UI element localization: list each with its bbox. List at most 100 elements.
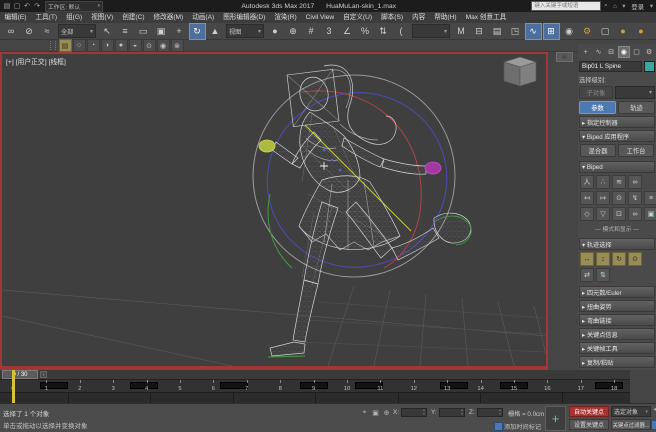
biped-mode-icon-2-4[interactable]: ▣ (644, 207, 656, 221)
keyframe-marker-2[interactable] (220, 382, 248, 389)
track-selection-icon-1[interactable]: ↕ (596, 252, 610, 266)
title-right-icon-2[interactable]: ▾ (619, 2, 628, 10)
keyboard-shortcut-override-icon[interactable]: # (303, 23, 320, 40)
rendered-frame-window-icon[interactable]: ▢ (597, 23, 614, 40)
biped-mode-icon-1-3[interactable]: ↯ (628, 191, 642, 205)
biped-mode-icon-2-3[interactable]: ∞ (628, 207, 642, 221)
biped-mode-icon-1-0[interactable]: ↤ (580, 191, 594, 205)
unlink-selection-icon[interactable]: ⊘ (21, 23, 38, 40)
menu-item-4[interactable]: 创建(C) (118, 12, 149, 23)
window-menu-icon[interactable]: ▾ (647, 2, 656, 10)
track-selection-extra-icon-1[interactable]: ⇅ (596, 268, 610, 282)
menu-item-13[interactable]: 帮助(H) (430, 12, 461, 23)
rollout-header-4[interactable]: ▸ 四元数/Euler (579, 286, 655, 298)
tab-modify[interactable]: ∿ (593, 46, 605, 58)
select-and-rotate-icon[interactable]: ↻ (189, 23, 206, 40)
x-coord-field[interactable]: ▴▾ (401, 408, 427, 417)
biped-mode-icon-2-0[interactable]: ◇ (580, 207, 594, 221)
rollout-header-6[interactable]: ▸ 弯曲链接 (579, 314, 655, 326)
biped-mode-icon-1-2[interactable]: ⊙ (612, 191, 626, 205)
tab-motion[interactable]: ◉ (618, 46, 630, 58)
layer-manager-icon[interactable]: ▤ (489, 23, 506, 40)
menu-item-8[interactable]: 渲染(R) (270, 12, 301, 23)
rollout-header-5[interactable]: ▸ 扭曲姿势 (579, 300, 655, 312)
track-selection-icon-3[interactable]: ⊙ (628, 252, 642, 266)
use-pivot-point-center-icon[interactable]: ● (267, 23, 284, 40)
align-icon[interactable]: ⊟ (471, 23, 488, 40)
material-editor-icon[interactable]: ◉ (561, 23, 578, 40)
snaps-toggle-icon[interactable]: 3 (321, 23, 338, 40)
biped-mode-icon-2-1[interactable]: ▽ (596, 207, 610, 221)
workbench-button[interactable]: 工作台 (618, 144, 654, 157)
key-filters-button[interactable]: 关键点过滤器... (611, 419, 651, 430)
menu-item-0[interactable]: 编辑(E) (0, 12, 31, 23)
render-setup-icon[interactable]: ⚙ (579, 23, 596, 40)
set-key-button[interactable]: 设置关键点 (569, 419, 609, 430)
viewport-nav-icon[interactable] (651, 420, 656, 430)
biped-mode-icon-1-1[interactable]: ↦ (596, 191, 610, 205)
tool-6-icon[interactable]: ⊙ (143, 39, 156, 52)
menu-item-10[interactable]: 自定义(U) (339, 12, 377, 23)
selection-filter-dropdown[interactable]: 全部▾ (58, 24, 96, 38)
biped-mode-icon-1-4[interactable]: ≡ (644, 191, 656, 205)
sign-in-button[interactable]: 登录 (631, 2, 644, 11)
menu-item-12[interactable]: 内容 (408, 12, 430, 23)
viewport-layout-icon[interactable]: ⊞ (651, 23, 656, 40)
y-coord-field[interactable]: ▴▾ (439, 408, 465, 417)
spinner-snap-icon[interactable]: ⇅ (375, 23, 392, 40)
select-object-icon[interactable]: ↖ (99, 23, 116, 40)
rollout-header-0[interactable]: ▸ 指定控制器 (579, 116, 655, 128)
biped-mode-icon-0-3[interactable]: ∞ (628, 175, 642, 189)
curve-editor-icon[interactable]: ∿ (525, 23, 542, 40)
menu-item-7[interactable]: 图形编辑器(D) (219, 12, 270, 23)
rollout-header-7[interactable]: ▸ 关键点信息 (579, 328, 655, 340)
tab-utilities[interactable]: ⚙ (643, 46, 655, 58)
tool-1-icon[interactable]: ○ (73, 39, 86, 52)
keyframe-marker-7[interactable] (595, 382, 623, 389)
time-slider-step-button[interactable]: ‹ (40, 371, 47, 378)
window-crossing-icon[interactable]: ▣ (153, 23, 170, 40)
auto-key-button[interactable]: 自动关键点 (569, 406, 609, 417)
biped-mode-icon-0-0[interactable]: 人 (580, 175, 594, 189)
time-slider-handle[interactable]: 0 / 30 (2, 370, 38, 379)
select-and-scale-icon[interactable]: ▲ (207, 23, 224, 40)
status-toggle-icon-1[interactable]: ▣ (371, 408, 380, 417)
title-right-icon-1[interactable]: ⌂ (610, 3, 619, 10)
quick-access-icon-0[interactable]: ▤ (2, 1, 12, 11)
rollout-header-3[interactable]: ▾ 轨迹选择 (579, 238, 655, 250)
add-time-tag[interactable]: 添加时间标记 (504, 422, 541, 431)
sub-object-button[interactable]: 子对象 (579, 86, 613, 99)
rollout-header-2[interactable]: ▾ Biped (579, 161, 655, 173)
menu-item-1[interactable]: 工具(T) (31, 12, 62, 23)
track-selection-icon-2[interactable]: ↻ (612, 252, 626, 266)
tool-8-icon[interactable]: ⊗ (171, 39, 184, 52)
select-and-link-icon[interactable]: ∞ (3, 23, 20, 40)
toolbar-grip[interactable] (50, 41, 56, 50)
quick-access-icon-2[interactable]: ↶ (22, 1, 32, 11)
biped-mode-icon-0-2[interactable]: ≋ (612, 175, 626, 189)
tab-display[interactable]: ▢ (631, 46, 643, 58)
select-by-name-icon[interactable]: ≡ (117, 23, 134, 40)
quick-access-icon-3[interactable]: ↷ (32, 1, 42, 11)
z-coord-field[interactable]: ▴▾ (477, 408, 503, 417)
workspace-dropdown[interactable]: 工作区: 默认 ▾ (45, 1, 103, 12)
render-production-icon[interactable]: ● (615, 23, 632, 40)
edit-named-selection-sets-icon[interactable]: ( (393, 23, 410, 40)
set-keys-button[interactable]: + (545, 406, 566, 431)
layer-tool-icon[interactable]: ▤ (59, 39, 72, 52)
schematic-view-icon[interactable]: ⊞ (543, 23, 560, 40)
biped-mode-icon-2-2[interactable]: ⊡ (612, 207, 626, 221)
parameters-button[interactable]: 参数 (579, 101, 616, 114)
object-color-swatch[interactable] (644, 61, 655, 72)
track-selection-extra-icon-0[interactable]: ⇄ (580, 268, 594, 282)
search-input[interactable] (531, 1, 601, 11)
rectangular-selection-region-icon[interactable]: ▭ (135, 23, 152, 40)
biped-mode-icon-0-1[interactable]: ∴ (596, 175, 610, 189)
select-and-move-icon[interactable]: + (171, 23, 188, 40)
tab-hierarchy[interactable]: ⊟ (605, 46, 617, 58)
render-iterative-icon[interactable]: ● (633, 23, 650, 40)
mirror-icon[interactable]: M (453, 23, 470, 40)
tool-2-icon[interactable]: ◔ (87, 39, 100, 52)
menu-item-5[interactable]: 修改器(M) (149, 12, 188, 23)
trajectories-button[interactable]: 轨迹 (618, 101, 655, 114)
